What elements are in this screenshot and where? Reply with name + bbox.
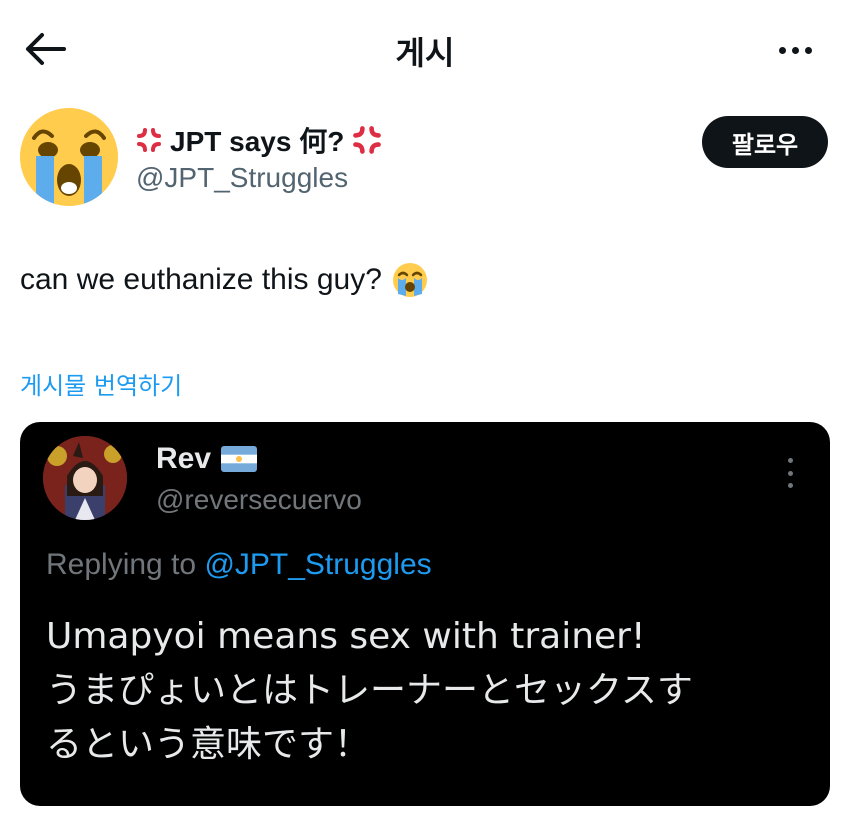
replying-to: Replying to @JPT_Struggles (46, 548, 432, 582)
page-title: 게시 (395, 34, 455, 72)
anger-symbol-icon (353, 126, 382, 154)
follow-button[interactable]: 팔로우 (702, 116, 828, 168)
argentina-flag-icon (221, 446, 258, 472)
anime-character-avatar-icon (43, 436, 127, 520)
quoted-tweet-text: Umapyoi means sex with trainer! うまぴょいとはト… (46, 610, 806, 772)
quoted-author-name[interactable]: Rev (156, 442, 258, 476)
quoted-author-handle[interactable]: @reversecuervo (156, 484, 362, 516)
quoted-tweet-card[interactable]: Rev @reversecuervo Replying to @JPT_Stru… (20, 422, 830, 806)
more-options-button[interactable] (770, 30, 820, 70)
quoted-text-line: うまぴょいとはトレーナーとセックスす (46, 670, 693, 711)
author-name[interactable]: JPT says 何? (136, 120, 382, 160)
replying-prefix: Replying to (46, 548, 197, 581)
translate-post-link[interactable]: 게시물 번역하기 (20, 366, 182, 401)
author-display-name: JPT says 何? (170, 126, 345, 157)
anger-symbol-icon (137, 128, 161, 152)
replying-mention-link[interactable]: @JPT_Struggles (204, 548, 431, 581)
more-vertical-icon (787, 458, 793, 463)
author-handle[interactable]: @JPT_Struggles (136, 162, 348, 194)
more-horizontal-icon (778, 46, 786, 54)
tweet-body: can we euthanize this guy? (20, 263, 382, 296)
screaming-crying-face-icon (20, 108, 118, 206)
quoted-more-button[interactable] (780, 458, 800, 488)
tweet-author: JPT says 何? @JPT_Struggles 팔로우 (20, 108, 830, 208)
tweet-text: can we euthanize this guy? (20, 262, 428, 298)
avatar[interactable] (43, 436, 127, 520)
loudly-crying-face-icon (392, 263, 427, 297)
quoted-display-name: Rev (156, 442, 212, 475)
quoted-text-line: Umapyoi means sex with trainer! (46, 616, 646, 657)
avatar[interactable] (20, 108, 118, 206)
top-bar: 게시 (0, 0, 850, 96)
quoted-text-line: るという意味です！ (46, 724, 371, 765)
